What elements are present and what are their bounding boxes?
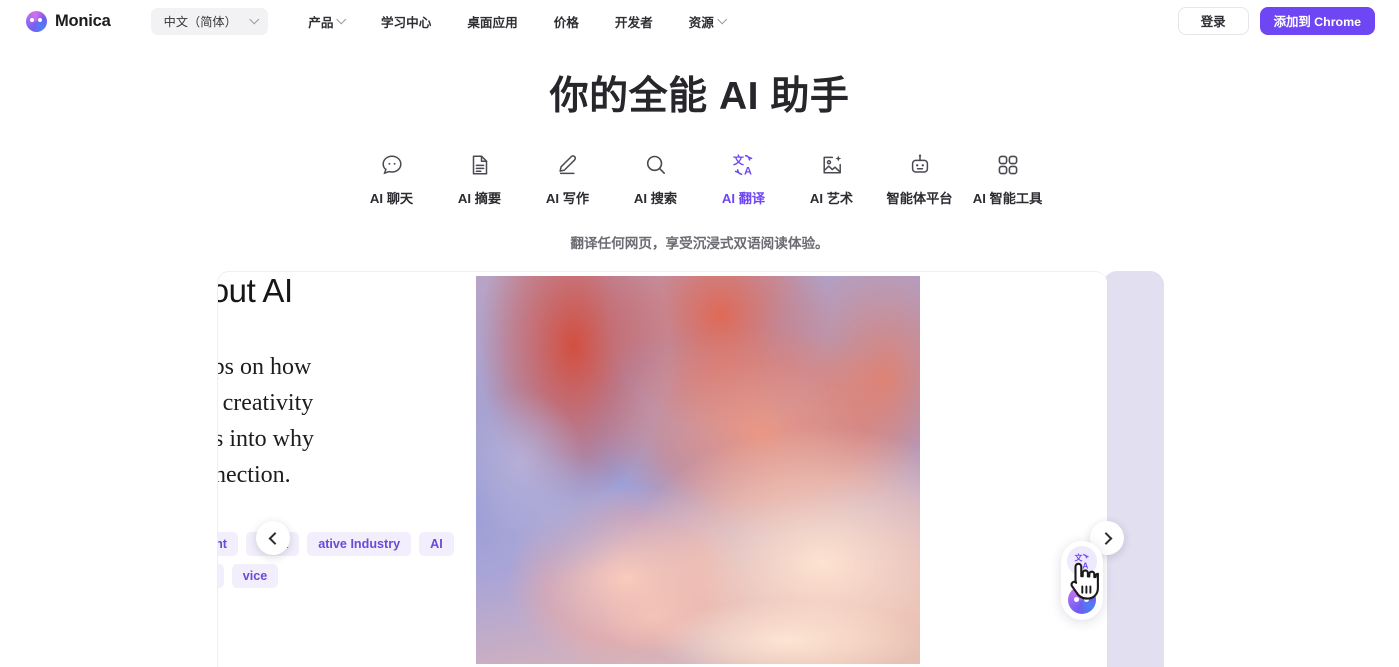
- tag-item[interactable]: onsored ntent: [218, 532, 238, 556]
- chevron-down-icon: [249, 14, 259, 24]
- tab-ai-search[interactable]: AI 搜索: [612, 152, 700, 207]
- language-selector[interactable]: 中文（简体）: [150, 7, 269, 35]
- page-subtitle: 翻译任何网页，享受沉浸式双语阅读体验。: [570, 236, 829, 251]
- nav-item-desktop-app[interactable]: 桌面应用: [449, 6, 535, 36]
- site-header: Monica 中文（简体） 产品 学习中心 桌面应用 价格 开发者 资源 登录 …: [0, 0, 1399, 42]
- nav-item-pricing[interactable]: 价格: [536, 6, 597, 36]
- tab-label: AI 翻译: [721, 191, 766, 206]
- brand-logo[interactable]: Monica: [26, 10, 111, 32]
- tab-ai-art[interactable]: AI 艺术: [788, 152, 876, 207]
- article-body: cludes tips on how enhance creativity nd…: [218, 353, 314, 488]
- monica-face-logo-icon: [26, 10, 47, 32]
- nav-item-label: 桌面应用: [467, 15, 518, 30]
- tab-label: AI 摘要: [457, 191, 502, 206]
- photo-highlight-layer: [476, 276, 920, 664]
- grid-apps-icon: [996, 152, 1020, 178]
- article-title: ns about AI: [218, 272, 293, 309]
- tab-ai-chat[interactable]: AI 聊天: [348, 152, 436, 207]
- translate-icon: 文 A: [1074, 552, 1089, 570]
- nav-item-developers[interactable]: 开发者: [597, 6, 671, 36]
- brand-name: Monica: [55, 11, 111, 30]
- nav-item-label: 产品: [308, 15, 334, 30]
- demo-stage: ns about AI cludes tips on how enhance c…: [0, 271, 1399, 667]
- language-selector-label: 中文（简体）: [163, 15, 237, 29]
- header-actions: 登录 添加到 Chrome: [1177, 7, 1375, 35]
- carousel-prev-button[interactable]: [256, 521, 290, 555]
- tab-ai-tools[interactable]: AI 智能工具: [964, 152, 1052, 207]
- tab-ai-summary[interactable]: AI 摘要: [436, 152, 524, 207]
- tab-label: AI 智能工具: [972, 191, 1043, 206]
- article-content: ns about AI cludes tips on how enhance c…: [218, 272, 477, 667]
- document-lines-icon: [468, 152, 492, 178]
- tab-label: AI 艺术: [809, 191, 854, 206]
- nav-item-products[interactable]: 产品: [290, 6, 363, 36]
- magnifier-icon: [644, 152, 668, 178]
- main-nav: 产品 学习中心 桌面应用 价格 开发者 资源: [290, 6, 743, 36]
- monica-landing-page: Monica 中文（简体） 产品 学习中心 桌面应用 价格 开发者 资源 登录 …: [0, 0, 1399, 667]
- image-sparkle-icon: [820, 152, 844, 178]
- browser-side-panel: [1103, 271, 1164, 667]
- tab-label: AI 聊天: [369, 191, 414, 206]
- chat-bubble-face-icon: [380, 152, 404, 178]
- article-photo: [476, 276, 920, 664]
- chevron-down-icon: [717, 14, 727, 24]
- svg-text:A: A: [1082, 561, 1088, 570]
- nav-item-label: 资源: [688, 15, 714, 30]
- tag-item[interactable]: vice: [231, 564, 279, 588]
- page-title: 你的全能 AI 助手: [549, 75, 850, 118]
- tag-item[interactable]: Technology: [218, 564, 224, 588]
- tag-item[interactable]: ative Industry: [307, 532, 412, 556]
- chevron-right-icon: [1099, 531, 1112, 545]
- feature-tabs: AI 聊天 AI 摘要 AI 写作 AI 搜索 文 A AI 翻译 AI 艺术 …: [0, 152, 1399, 207]
- tab-label: 智能体平台: [886, 191, 953, 206]
- tab-label: AI 搜索: [633, 191, 678, 206]
- nav-item-label: 学习中心: [380, 15, 432, 30]
- monica-floating-sidebar: 文 A: [1061, 541, 1103, 620]
- robot-icon: [908, 152, 932, 178]
- translate-icon: 文 A: [731, 152, 757, 178]
- nav-item-resources[interactable]: 资源: [671, 6, 744, 36]
- tab-label: AI 写作: [545, 191, 590, 206]
- pen-icon: [556, 152, 580, 178]
- chevron-down-icon: [337, 14, 347, 24]
- nav-item-learning-center[interactable]: 学习中心: [363, 6, 449, 36]
- floating-monica-button[interactable]: [1068, 586, 1096, 614]
- login-button[interactable]: 登录: [1177, 7, 1249, 35]
- tag-item[interactable]: AI: [419, 532, 454, 556]
- floating-translate-button[interactable]: 文 A: [1067, 546, 1097, 576]
- tab-agent-platform[interactable]: 智能体平台: [876, 152, 964, 207]
- nav-item-label: 开发者: [614, 15, 653, 30]
- demo-browser-card: ns about AI cludes tips on how enhance c…: [217, 271, 1107, 667]
- chevron-left-icon: [268, 531, 281, 545]
- nav-item-label: 价格: [553, 15, 579, 30]
- tab-ai-writing[interactable]: AI 写作: [524, 152, 612, 207]
- tab-ai-translate[interactable]: 文 A AI 翻译: [700, 152, 788, 207]
- svg-text:A: A: [744, 166, 752, 178]
- add-to-chrome-button[interactable]: 添加到 Chrome: [1259, 7, 1375, 35]
